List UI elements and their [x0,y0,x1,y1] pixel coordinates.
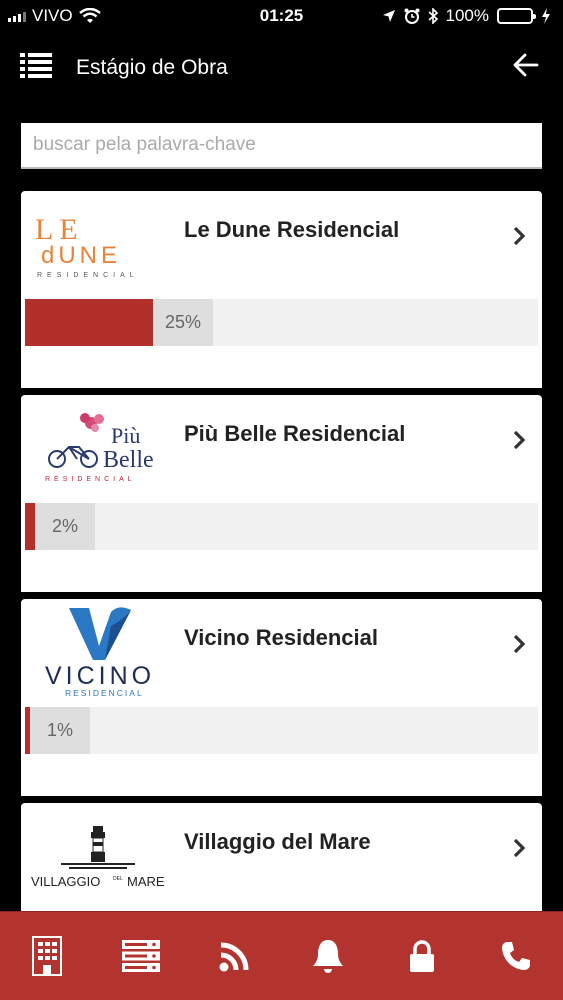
list-item[interactable]: VICINO RESIDENCIAL Vicino Residencial 1% [21,599,542,796]
svg-text:dUNE: dUNE [41,242,121,269]
svg-text:RESIDENCIAL: RESIDENCIAL [45,476,136,483]
status-bar: VIVO 01:25 100% [0,0,563,32]
villaggio-logo: VILLAGGIO DEL MARE [31,817,165,893]
le-dune-logo: LE dUNE RESIDENCIAL [31,205,165,281]
lock-icon[interactable] [397,931,447,981]
progress-label: 2% [35,503,95,550]
charging-icon [542,8,550,24]
svg-text:MARE: MARE [127,874,165,889]
bell-icon[interactable] [303,931,353,981]
alarm-icon [404,8,420,24]
svg-text:DEL: DEL [113,876,123,882]
progress-fill [25,299,153,346]
back-arrow-icon[interactable] [513,52,539,78]
vicino-logo: VICINO RESIDENCIAL [31,607,165,696]
list-item[interactable]: VILLAGGIO DEL MARE Villaggio del Mare [21,803,542,911]
svg-text:VICINO: VICINO [45,662,155,690]
svg-text:VILLAGGIO: VILLAGGIO [31,874,100,889]
list-menu-icon[interactable] [20,52,52,78]
app-header: Estágio de Obra [0,32,563,100]
item-name: Le Dune Residencial [184,217,400,242]
bottom-tab-bar [0,911,563,1000]
server-icon[interactable] [116,931,166,981]
search-input[interactable] [21,123,542,167]
svg-text:Belle: Belle [103,447,154,473]
rss-icon[interactable] [210,931,260,981]
chevron-right-icon[interactable] [512,837,526,859]
construction-list: LE dUNE RESIDENCIAL Le Dune Residencial … [21,191,542,911]
progress-fill [25,503,35,550]
list-item[interactable]: LE dUNE RESIDENCIAL Le Dune Residencial … [21,191,542,388]
chevron-right-icon[interactable] [512,225,526,247]
progress-label: 1% [30,707,90,754]
item-name: Villaggio del Mare [184,829,371,854]
bluetooth-icon [427,8,438,24]
progress-track: 2% [25,503,538,550]
item-name: Vicino Residencial [184,625,379,650]
svg-text:RESIDENCIAL: RESIDENCIAL [65,688,144,696]
location-icon [382,10,395,22]
search-box [21,123,542,169]
item-name: Più Belle Residencial [184,421,406,446]
list-item[interactable]: Più Belle RESIDENCIAL Più Belle Residenc… [21,395,542,592]
building-icon[interactable] [22,931,72,981]
battery-icon [497,8,536,24]
chevron-right-icon[interactable] [512,633,526,655]
phone-icon[interactable] [491,931,541,981]
page-title: Estágio de Obra [76,56,228,79]
progress-label: 25% [153,299,213,346]
piu-belle-logo: Più Belle RESIDENCIAL [31,409,165,485]
svg-text:RESIDENCIAL: RESIDENCIAL [37,272,139,279]
svg-text:Più: Più [111,423,140,448]
chevron-right-icon[interactable] [512,429,526,451]
progress-track: 25% [25,299,538,346]
battery-percent: 100% [445,6,489,25]
progress-track: 1% [25,707,538,754]
